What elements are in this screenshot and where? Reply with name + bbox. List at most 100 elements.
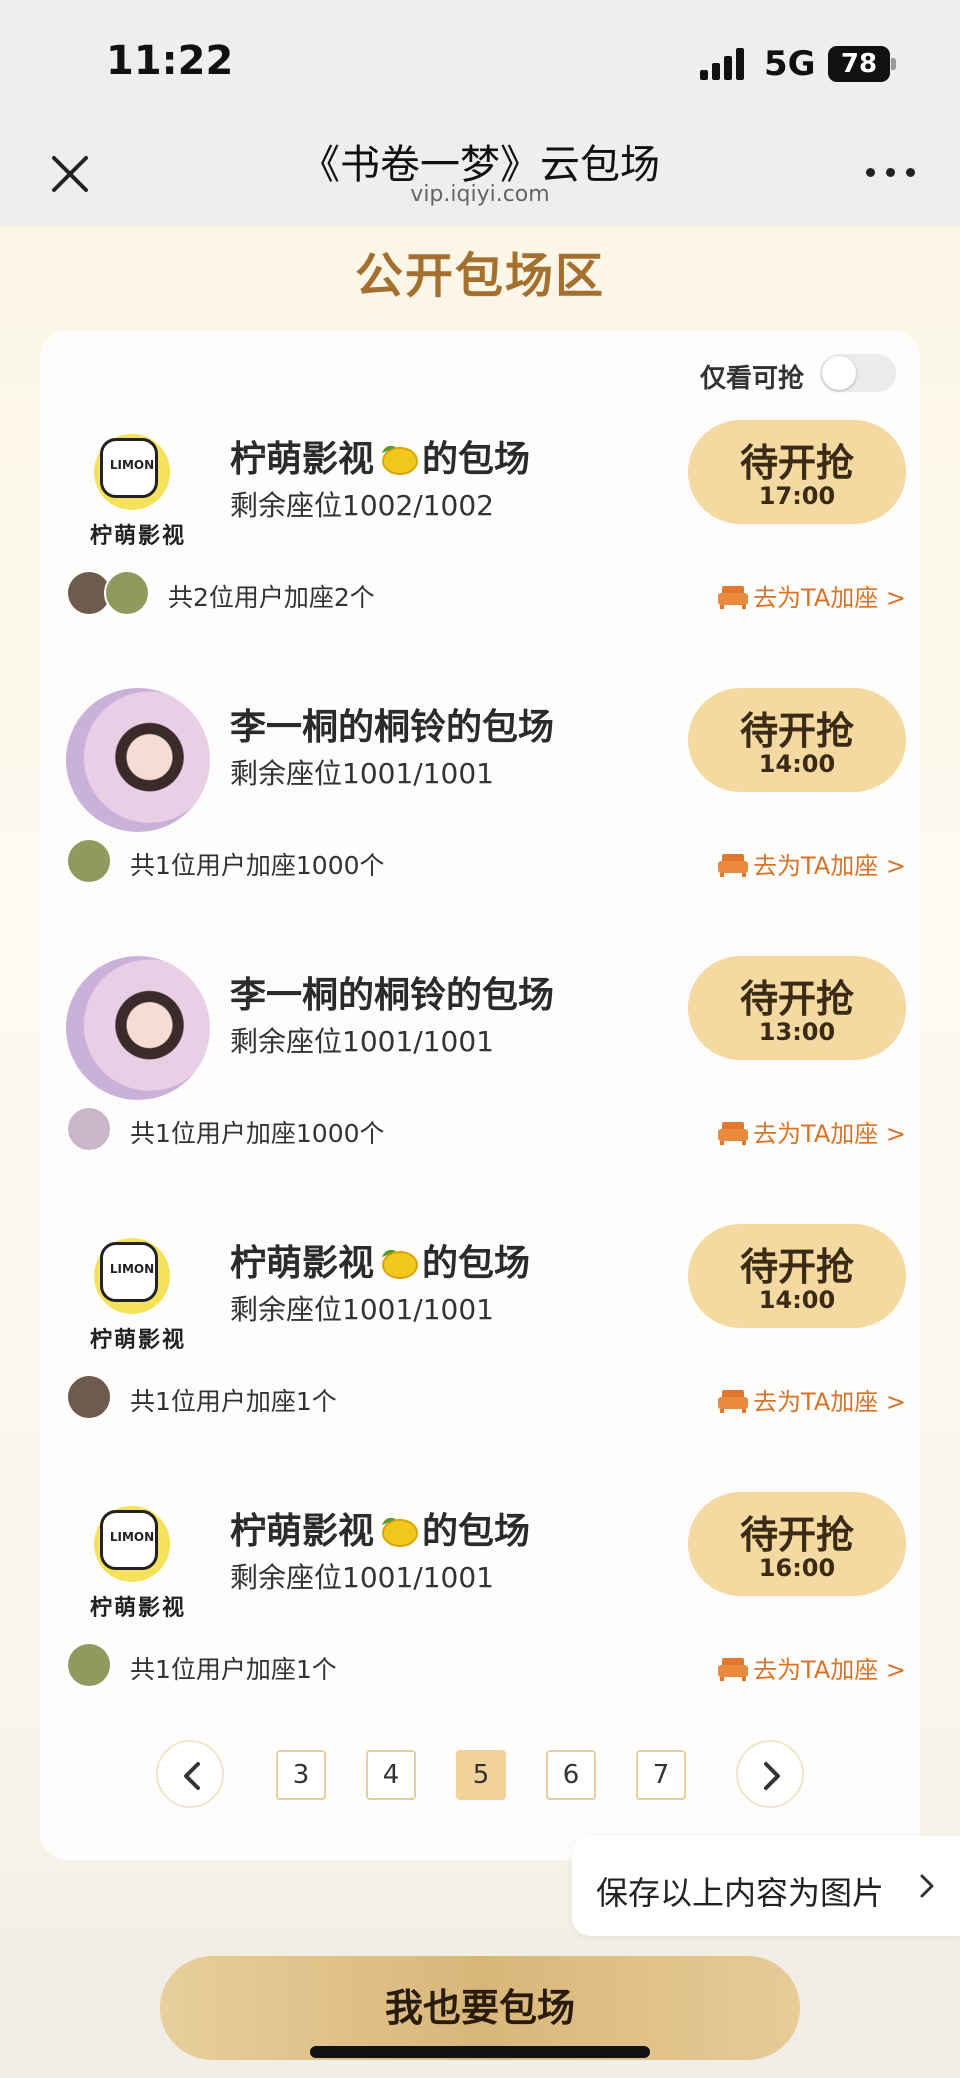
- sofa-icon: [718, 1658, 749, 1681]
- logo-word: LIMON: [109, 1530, 155, 1544]
- session-item: LIMON 柠萌影视 柠萌影视 的包场 剩余座位1001/1001 待开抢 14:00 共1位…: [40, 1224, 920, 1492]
- more-icon[interactable]: [866, 160, 916, 184]
- joined-users-row: 共1位用户加座1个 去为TA加座 >: [66, 1642, 906, 1692]
- sofa-icon: [718, 1122, 749, 1145]
- prev-page-button[interactable]: [156, 1740, 224, 1808]
- add-seat-link[interactable]: 去为TA加座 >: [717, 1650, 906, 1685]
- session-title: 柠萌影视 的包场: [230, 1234, 530, 1286]
- seats-remaining: 剩余座位1001/1001: [230, 1025, 494, 1058]
- grab-time: 17:00: [758, 482, 836, 510]
- add-seat-link[interactable]: 去为TA加座 >: [717, 578, 906, 613]
- page-number[interactable]: 6: [546, 1750, 596, 1800]
- chevron-left-icon: [184, 1762, 200, 1790]
- sofa-icon: [718, 1390, 749, 1413]
- nav-bar: 《书卷一梦》云包场 vip.iqiyi.com: [0, 120, 960, 226]
- add-seat-link[interactable]: 去为TA加座 >: [717, 846, 906, 881]
- session-title: 柠萌影视 的包场: [230, 1502, 530, 1554]
- session-title: 李一桐的桐铃的包场: [230, 966, 554, 1018]
- chevron-right-icon: [920, 1874, 934, 1898]
- grab-time: 14:00: [758, 1286, 836, 1314]
- logo-word: LIMON: [109, 1262, 155, 1276]
- battery-tip: [891, 58, 896, 70]
- session-item: LIMON 柠萌影视 柠萌影视 的包场 剩余座位1001/1001 待开抢 16:00 共1位…: [40, 1492, 920, 1760]
- joined-users-text: 共1位用户加座1000个: [130, 1119, 385, 1148]
- grab-label: 待开抢: [739, 977, 854, 1021]
- joined-users-row: 共2位用户加座2个 去为TA加座 >: [66, 570, 906, 620]
- network-label: 5G: [764, 44, 816, 84]
- joined-users-text: 共2位用户加座2个: [168, 583, 375, 612]
- grab-label: 待开抢: [739, 709, 854, 753]
- filter-toggle[interactable]: [820, 354, 896, 392]
- page-number[interactable]: 4: [366, 1750, 416, 1800]
- joined-users-text: 共1位用户加座1个: [130, 1387, 337, 1416]
- grab-label: 待开抢: [739, 1513, 854, 1557]
- battery-icon: 78: [828, 46, 896, 82]
- organizer-avatar: [66, 688, 210, 832]
- signal-icon: [700, 48, 744, 80]
- organizer-avatar: LIMON 柠萌影视: [66, 1224, 210, 1368]
- seats-remaining: 剩余座位1001/1001: [230, 1293, 494, 1326]
- joined-users-row: 共1位用户加座1000个 去为TA加座 >: [66, 838, 906, 888]
- session-title-text: 柠萌影视: [230, 1243, 375, 1284]
- session-title-text: 柠萌影视: [230, 439, 375, 480]
- grab-label: 待开抢: [739, 1245, 854, 1289]
- session-title-text: 李一桐的桐铃的包场: [230, 975, 555, 1016]
- next-page-button[interactable]: [736, 1740, 804, 1808]
- session-title-suffix: 的包场: [422, 439, 531, 480]
- seats-remaining: 剩余座位1001/1001: [230, 1561, 494, 1594]
- page-number[interactable]: 3: [276, 1750, 326, 1800]
- joined-users-text: 共1位用户加座1个: [130, 1655, 337, 1684]
- user-avatar: [66, 838, 112, 884]
- logo-name: 柠萌影视: [89, 1596, 186, 1621]
- toggle-knob: [822, 356, 856, 390]
- add-seat-link[interactable]: 去为TA加座 >: [717, 1114, 906, 1149]
- grab-seat-button[interactable]: 待开抢 14:00: [688, 688, 906, 792]
- page-number[interactable]: 7: [636, 1750, 686, 1800]
- grab-seat-button[interactable]: 待开抢 13:00: [688, 956, 906, 1060]
- joined-users-row: 共1位用户加座1个 去为TA加座 >: [66, 1374, 906, 1424]
- seats-remaining: 剩余座位1001/1001: [230, 757, 494, 790]
- session-title-text: 李一桐的桐铃的包场: [230, 707, 555, 748]
- chevron-right-icon: [764, 1762, 780, 1790]
- session-title-text: 柠萌影视: [230, 1511, 375, 1552]
- joined-users-row: 共1位用户加座1000个 去为TA加座 >: [66, 1106, 906, 1156]
- add-seat-label: 去为TA加座 >: [753, 1656, 906, 1684]
- seats-remaining: 剩余座位1002/1002: [230, 489, 494, 522]
- lemon-icon: [382, 1249, 419, 1279]
- organizer-avatar: [66, 956, 210, 1100]
- session-item: 李一桐的桐铃的包场剩余座位1001/1001 待开抢 14:00 共1位用户加座100…: [40, 688, 920, 956]
- status-time: 11:22: [106, 38, 234, 84]
- user-avatar: [66, 1374, 112, 1420]
- sofa-icon: [718, 854, 749, 877]
- user-avatar: [66, 1642, 112, 1688]
- logo-name: 柠萌影视: [89, 1328, 186, 1353]
- page-number[interactable]: 5: [456, 1750, 506, 1800]
- grab-time: 13:00: [758, 1018, 836, 1046]
- sofa-icon: [718, 586, 749, 609]
- add-seat-label: 去为TA加座 >: [753, 1388, 906, 1416]
- session-title-suffix: 的包场: [422, 1511, 531, 1552]
- add-seat-link[interactable]: 去为TA加座 >: [717, 1382, 906, 1417]
- user-avatar: [66, 1106, 112, 1152]
- save-tip-text: 保存以上内容为图片: [596, 1874, 885, 1912]
- battery-level: 78: [840, 49, 878, 79]
- grab-seat-button[interactable]: 待开抢 14:00: [688, 1224, 906, 1328]
- grab-time: 14:00: [758, 750, 836, 778]
- joined-users-text: 共1位用户加座1000个: [130, 851, 385, 880]
- lemon-icon: [382, 445, 419, 475]
- add-seat-label: 去为TA加座 >: [753, 1120, 906, 1148]
- session-title: 柠萌影视 的包场: [230, 430, 530, 482]
- session-title-suffix: 的包场: [422, 1243, 531, 1284]
- add-seat-label: 去为TA加座 >: [753, 584, 906, 612]
- user-avatar: [104, 570, 150, 616]
- logo-word: LIMON: [109, 458, 155, 472]
- organizer-avatar: LIMON 柠萌影视: [66, 1492, 210, 1636]
- status-bar: 11:22 5G 78: [0, 0, 960, 120]
- grab-seat-button[interactable]: 待开抢 16:00: [688, 1492, 906, 1596]
- home-indicator: [310, 2046, 650, 2058]
- book-session-button[interactable]: 我也要包场: [160, 1956, 800, 2060]
- session-item: LIMON 柠萌影视 柠萌影视 的包场剩余座位1002/1002 待开抢 17:00 共2位…: [40, 420, 920, 688]
- session-title: 李一桐的桐铃的包场: [230, 698, 554, 750]
- grab-seat-button[interactable]: 待开抢 17:00: [688, 420, 906, 524]
- save-as-image-button[interactable]: 保存以上内容为图片: [572, 1836, 960, 1936]
